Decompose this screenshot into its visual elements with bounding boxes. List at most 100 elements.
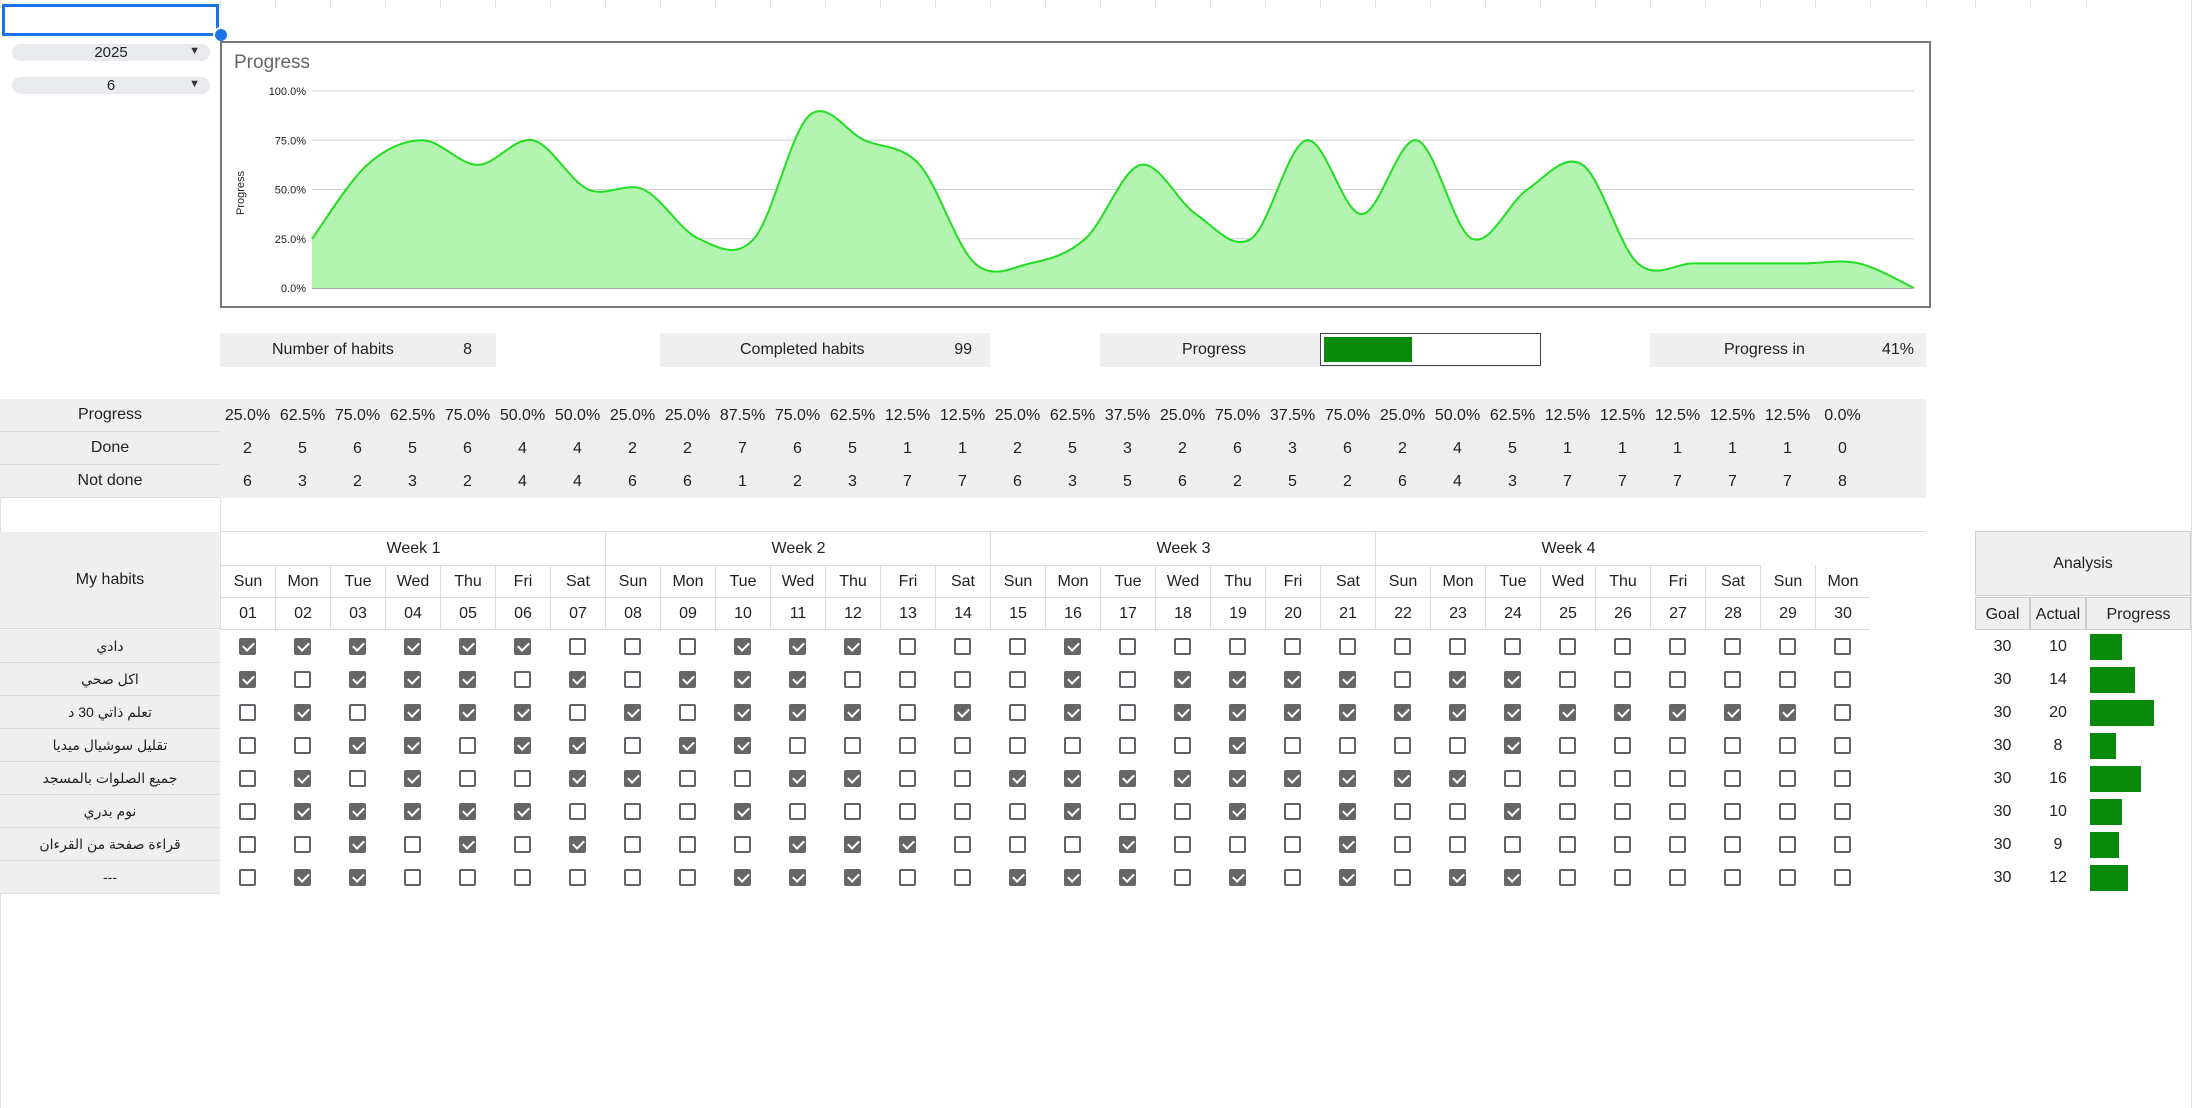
habit-checkbox[interactable] <box>1614 803 1631 820</box>
habit-checkbox[interactable] <box>569 737 586 754</box>
habit-checkbox[interactable] <box>1009 704 1026 721</box>
habit-checkbox[interactable] <box>239 803 256 820</box>
habit-checkbox[interactable] <box>844 638 861 655</box>
habit-checkbox[interactable] <box>954 770 971 787</box>
habit-checkbox[interactable] <box>459 638 476 655</box>
habit-checkbox[interactable] <box>624 770 641 787</box>
habit-checkbox[interactable] <box>1009 737 1026 754</box>
habit-checkbox[interactable] <box>1284 671 1301 688</box>
habit-checkbox[interactable] <box>1614 704 1631 721</box>
habit-checkbox[interactable] <box>1504 869 1521 886</box>
habit-checkbox[interactable] <box>1669 704 1686 721</box>
habit-checkbox[interactable] <box>844 770 861 787</box>
habit-checkbox[interactable] <box>514 836 531 853</box>
habit-checkbox[interactable] <box>1339 737 1356 754</box>
habit-checkbox[interactable] <box>899 836 916 853</box>
habit-checkbox[interactable] <box>1284 836 1301 853</box>
habit-checkbox[interactable] <box>1064 869 1081 886</box>
habit-checkbox[interactable] <box>1229 869 1246 886</box>
habit-checkbox[interactable] <box>239 704 256 721</box>
progress-chart[interactable]: Progress Progress 100.0% 75.0% 50.0% 25.0% 0.0… <box>220 41 1931 308</box>
habit-checkbox[interactable] <box>1339 770 1356 787</box>
habit-checkbox[interactable] <box>789 770 806 787</box>
habit-checkbox[interactable] <box>1394 671 1411 688</box>
habit-checkbox[interactable] <box>1229 770 1246 787</box>
habit-checkbox[interactable] <box>1064 704 1081 721</box>
habit-checkbox[interactable] <box>624 836 641 853</box>
habit-checkbox[interactable] <box>954 671 971 688</box>
habit-checkbox[interactable] <box>1394 803 1411 820</box>
habit-checkbox[interactable] <box>734 869 751 886</box>
habit-checkbox[interactable] <box>1669 869 1686 886</box>
habit-checkbox[interactable] <box>1119 737 1136 754</box>
habit-checkbox[interactable] <box>1009 638 1026 655</box>
habit-checkbox[interactable] <box>899 704 916 721</box>
habit-checkbox[interactable] <box>1339 836 1356 853</box>
habit-checkbox[interactable] <box>1724 803 1741 820</box>
habit-checkbox[interactable] <box>239 671 256 688</box>
habit-checkbox[interactable] <box>1504 671 1521 688</box>
habit-checkbox[interactable] <box>624 671 641 688</box>
habit-checkbox[interactable] <box>569 869 586 886</box>
habit-checkbox[interactable] <box>1504 638 1521 655</box>
habit-checkbox[interactable] <box>1174 770 1191 787</box>
habit-checkbox[interactable] <box>1284 704 1301 721</box>
habit-checkbox[interactable] <box>1724 770 1741 787</box>
habit-checkbox[interactable] <box>514 737 531 754</box>
habit-checkbox[interactable] <box>1504 803 1521 820</box>
habit-checkbox[interactable] <box>1284 770 1301 787</box>
habit-checkbox[interactable] <box>459 671 476 688</box>
habit-checkbox[interactable] <box>679 704 696 721</box>
habit-checkbox[interactable] <box>1284 737 1301 754</box>
month-dropdown[interactable]: 6 ▼ <box>12 77 210 94</box>
habit-checkbox[interactable] <box>349 671 366 688</box>
habit-checkbox[interactable] <box>624 869 641 886</box>
habit-checkbox[interactable] <box>1174 638 1191 655</box>
habit-checkbox[interactable] <box>734 770 751 787</box>
habit-checkbox[interactable] <box>569 803 586 820</box>
habit-checkbox[interactable] <box>844 869 861 886</box>
habit-checkbox[interactable] <box>459 737 476 754</box>
habit-checkbox[interactable] <box>789 803 806 820</box>
habit-checkbox[interactable] <box>239 737 256 754</box>
habit-checkbox[interactable] <box>1724 836 1741 853</box>
habit-checkbox[interactable] <box>1449 803 1466 820</box>
habit-checkbox[interactable] <box>1724 737 1741 754</box>
habit-checkbox[interactable] <box>459 803 476 820</box>
habit-checkbox[interactable] <box>1284 803 1301 820</box>
habit-checkbox[interactable] <box>1284 638 1301 655</box>
habit-checkbox[interactable] <box>1339 638 1356 655</box>
habit-checkbox[interactable] <box>1669 638 1686 655</box>
habit-checkbox[interactable] <box>1559 671 1576 688</box>
habit-checkbox[interactable] <box>1449 836 1466 853</box>
habit-checkbox[interactable] <box>1449 638 1466 655</box>
habit-checkbox[interactable] <box>459 836 476 853</box>
habit-checkbox[interactable] <box>1669 803 1686 820</box>
habit-checkbox[interactable] <box>954 803 971 820</box>
habit-checkbox[interactable] <box>1339 869 1356 886</box>
habit-checkbox[interactable] <box>349 770 366 787</box>
habit-checkbox[interactable] <box>349 638 366 655</box>
habit-checkbox[interactable] <box>1559 803 1576 820</box>
habit-checkbox[interactable] <box>1614 671 1631 688</box>
habit-checkbox[interactable] <box>294 869 311 886</box>
habit-checkbox[interactable] <box>899 770 916 787</box>
habit-checkbox[interactable] <box>1669 770 1686 787</box>
habit-checkbox[interactable] <box>679 836 696 853</box>
habit-checkbox[interactable] <box>349 704 366 721</box>
habit-checkbox[interactable] <box>404 803 421 820</box>
habit-checkbox[interactable] <box>1834 737 1851 754</box>
habit-checkbox[interactable] <box>899 869 916 886</box>
habit-checkbox[interactable] <box>404 869 421 886</box>
habit-checkbox[interactable] <box>789 737 806 754</box>
habit-checkbox[interactable] <box>734 803 751 820</box>
habit-checkbox[interactable] <box>294 803 311 820</box>
habit-checkbox[interactable] <box>1394 770 1411 787</box>
habit-checkbox[interactable] <box>1119 869 1136 886</box>
habit-checkbox[interactable] <box>1559 836 1576 853</box>
habit-checkbox[interactable] <box>294 638 311 655</box>
habit-checkbox[interactable] <box>1724 671 1741 688</box>
habit-checkbox[interactable] <box>1779 638 1796 655</box>
habit-checkbox[interactable] <box>1174 869 1191 886</box>
habit-checkbox[interactable] <box>239 836 256 853</box>
